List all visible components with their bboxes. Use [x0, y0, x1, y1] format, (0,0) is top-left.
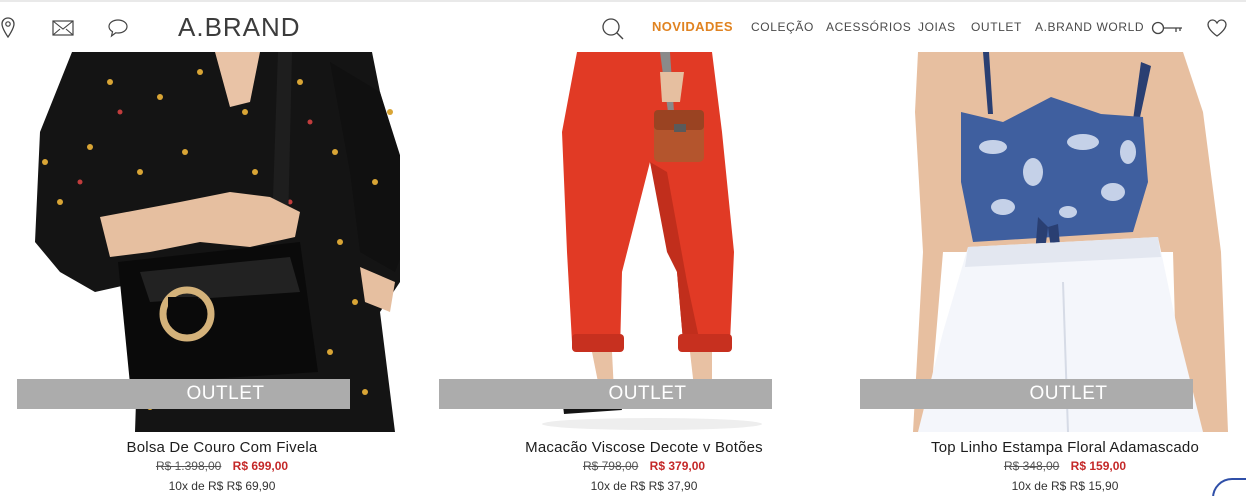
nav-acessorios[interactable]: ACESSÓRIOS	[826, 20, 911, 34]
key-icon[interactable]	[1151, 21, 1183, 40]
product-card[interactable]: OUTLET Macacão Viscose Decote v Botões R…	[422, 52, 822, 496]
installments: 10x de R$ R$ 69,90	[168, 479, 276, 493]
nav-joias[interactable]: JOIAS	[918, 20, 956, 34]
site-header: A.BRAND NOVIDADES COLEÇÃO ACESSÓRIOS JOI…	[0, 2, 1246, 52]
product-card[interactable]: OUTLET Top Linho Estampa Floral Adamasca…	[843, 52, 1243, 496]
nav-colecao[interactable]: COLEÇÃO	[751, 20, 814, 34]
outlet-badge: OUTLET	[860, 379, 1193, 409]
sale-price: R$ 699,00	[232, 459, 289, 473]
old-price: R$ 348,00	[1003, 459, 1060, 473]
product-prices: R$ 798,00 R$ 379,00	[422, 459, 866, 473]
heart-icon[interactable]	[1206, 18, 1228, 43]
product-prices: R$ 1.398,00 R$ 699,00	[0, 459, 444, 473]
mail-icon[interactable]	[52, 20, 74, 41]
product-name[interactable]: Macacão Viscose Decote v Botões	[422, 439, 866, 456]
product-name[interactable]: Bolsa De Couro Com Fivela	[0, 439, 444, 456]
location-pin-icon[interactable]	[0, 17, 16, 44]
old-price: R$ 1.398,00	[155, 459, 222, 473]
search-icon[interactable]	[601, 17, 625, 46]
installments: 10x de R$ R$ 15,90	[1011, 479, 1119, 493]
chat-icon[interactable]	[107, 18, 129, 43]
brand-logo[interactable]: A.BRAND	[178, 12, 301, 43]
old-price: R$ 798,00	[582, 459, 639, 473]
outlet-badge: OUTLET	[439, 379, 772, 409]
product-image[interactable]	[422, 52, 822, 432]
nav-outlet[interactable]: OUTLET	[971, 20, 1022, 34]
sale-price: R$ 159,00	[1070, 459, 1127, 473]
sale-price: R$ 379,00	[649, 459, 706, 473]
product-image[interactable]	[0, 52, 400, 432]
nav-novidades[interactable]: NOVIDADES	[652, 19, 733, 34]
outlet-badge: OUTLET	[17, 379, 350, 409]
product-card[interactable]: OUTLET Bolsa De Couro Com Fivela R$ 1.39…	[0, 52, 400, 496]
installments: 10x de R$ R$ 37,90	[590, 479, 698, 493]
product-image[interactable]	[843, 52, 1243, 432]
nav-abrand-world[interactable]: A.BRAND WORLD	[1035, 20, 1144, 34]
product-prices: R$ 348,00 R$ 159,00	[843, 459, 1246, 473]
product-name[interactable]: Top Linho Estampa Floral Adamascado	[843, 439, 1246, 456]
